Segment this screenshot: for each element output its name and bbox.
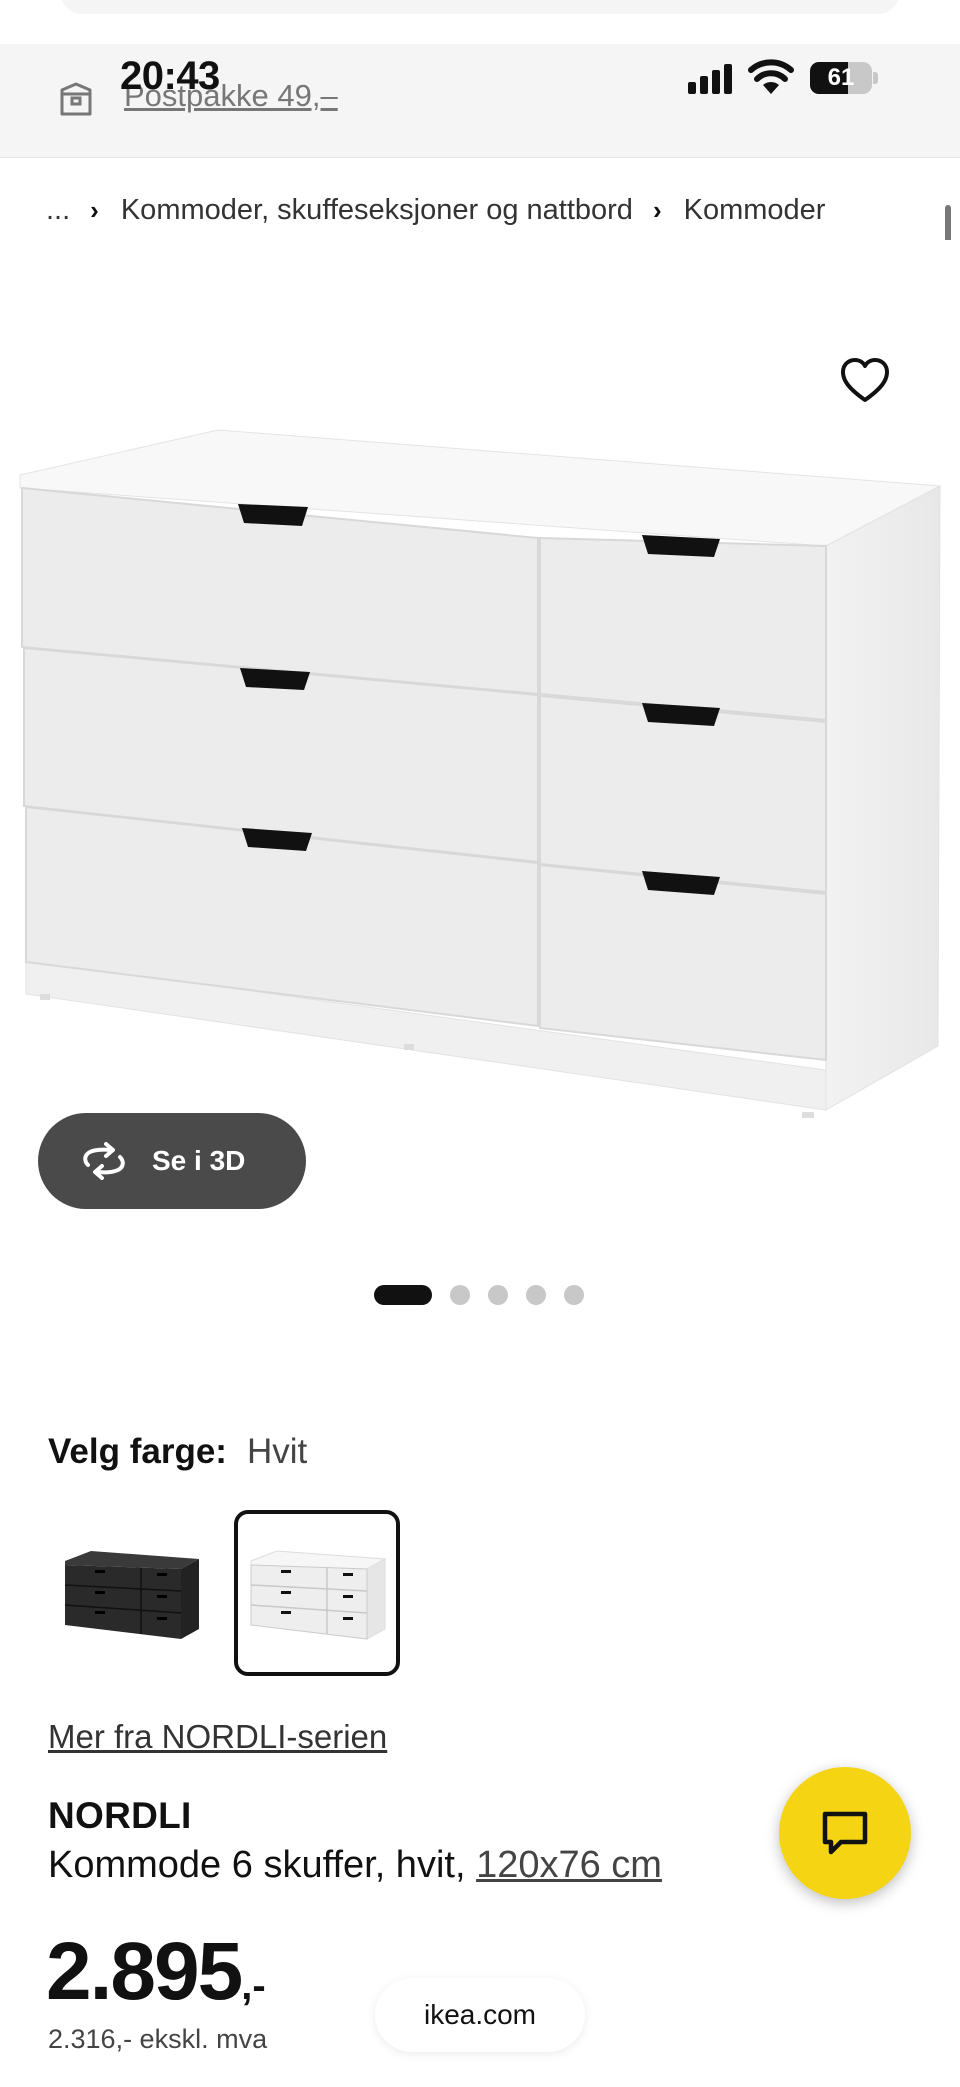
carousel-dot[interactable] (564, 1285, 584, 1305)
color-swatch-white-selected[interactable] (234, 1510, 400, 1676)
breadcrumb-subcategory[interactable]: Kommoder (684, 194, 826, 227)
view-3d-button[interactable]: Se i 3D (38, 1113, 306, 1209)
rotate-3d-icon (83, 1142, 125, 1180)
battery-tip (873, 72, 878, 84)
color-selector-value: Hvit (246, 1432, 308, 1471)
product-description: Kommode 6 skuffer, hvit, 120x76 cm (48, 1844, 662, 1887)
view-3d-label: Se i 3D (152, 1145, 246, 1176)
browser-top-bar[interactable] (60, 0, 900, 14)
cellular-signal-icon (688, 62, 736, 94)
top-strip (0, 0, 960, 44)
product-description-text: Kommode 6 skuffer, hvit, (48, 1844, 477, 1886)
color-swatch-black[interactable] (48, 1510, 214, 1676)
product-photo (19, 429, 942, 1118)
breadcrumb-category[interactable]: Kommoder, skuffeseksjoner og nattbord (121, 194, 633, 227)
battery-icon: 61 (810, 62, 872, 94)
carousel-dot[interactable] (488, 1285, 508, 1305)
chevron-right-icon: › (90, 194, 99, 225)
package-icon (60, 82, 92, 116)
breadcrumb-ellipsis[interactable]: ... (46, 194, 70, 227)
status-time: 20:43 (120, 54, 220, 98)
chat-button[interactable] (779, 1767, 911, 1899)
color-selector: Velg farge: Hvit (48, 1432, 307, 1472)
wifi-icon (748, 59, 794, 94)
product-price: 2.895,- (46, 1925, 266, 2019)
heart-icon[interactable] (838, 354, 892, 408)
black-dresser-thumbnail (64, 1551, 199, 1639)
price-main: 2.895 (46, 1926, 243, 2017)
color-selector-label: Velg farge: (48, 1432, 227, 1471)
url-text: ikea.com (423, 1999, 537, 2030)
series-link[interactable]: Mer fra NORDLI-serien (48, 1718, 387, 1756)
carousel-dot-active[interactable] (374, 1285, 432, 1305)
browser-url-bar[interactable]: ikea.com (375, 1978, 585, 2052)
price-ex-vat: 2.316,- ekskl. mva (48, 2024, 268, 2054)
carousel-dot[interactable] (450, 1285, 470, 1305)
product-name: NORDLI (48, 1795, 192, 1836)
breadcrumb: ... › Kommoder, skuffeseksjoner og nattb… (46, 190, 825, 230)
white-dresser-thumbnail (250, 1550, 387, 1640)
chat-bubble-icon (822, 1811, 868, 1855)
price-decimals: ,- (241, 1964, 266, 2008)
chevron-right-icon: › (652, 194, 662, 225)
carousel-dot[interactable] (526, 1285, 546, 1305)
carousel-dots[interactable] (374, 1284, 602, 1306)
battery-level: 61 (827, 64, 855, 91)
product-size-link[interactable]: 120x76 cm (476, 1844, 662, 1886)
